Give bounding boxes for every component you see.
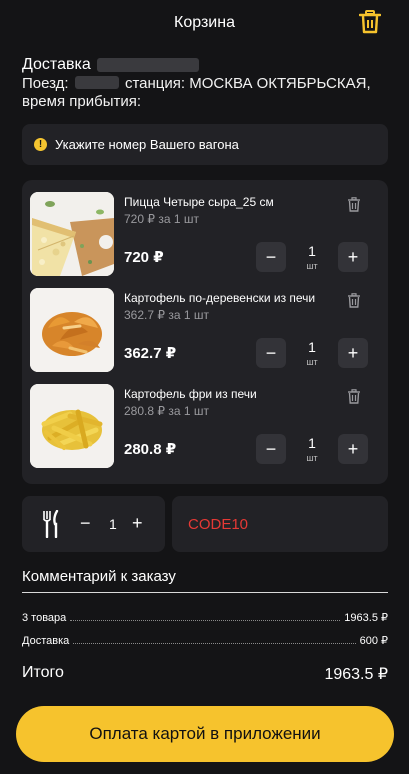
trash-icon[interactable] bbox=[347, 197, 361, 212]
quantity-unit: шт bbox=[306, 261, 318, 271]
cutlery-increase-button[interactable]: + bbox=[132, 513, 143, 534]
item-unit-price: 280.8 ₽ за 1 шт bbox=[124, 404, 209, 418]
summary-delivery-label: Доставка bbox=[22, 635, 70, 647]
header: Корзина bbox=[0, 0, 409, 46]
delivery-title: Доставка bbox=[22, 56, 392, 74]
promo-code-value: CODE10 bbox=[188, 515, 249, 533]
item-total-price: 362.7 ₽ bbox=[124, 345, 177, 362]
pizza-image bbox=[30, 192, 114, 276]
total-value: 1963.5 ₽ bbox=[324, 666, 388, 683]
quantity-value: 1 bbox=[308, 435, 316, 451]
trash-icon[interactable] bbox=[347, 389, 361, 404]
wagon-notice-text: Укажите номер Вашего вагона bbox=[55, 137, 239, 152]
cart-items-panel: Пицца Четыре сыра_25 см 720 ₽ за 1 шт 72… bbox=[22, 180, 388, 484]
cart-item: Картофель фри из печи 280.8 ₽ за 1 шт 28… bbox=[22, 372, 388, 468]
dotted-leader bbox=[73, 643, 356, 644]
summary-delivery-row: Доставка 600 ₽ bbox=[22, 631, 388, 647]
wagon-notice[interactable]: ! Укажите номер Вашего вагона bbox=[22, 124, 388, 165]
redacted-train bbox=[74, 76, 119, 89]
delivery-title-text: Доставка bbox=[22, 56, 91, 73]
cutlery-quantity: 1 bbox=[109, 516, 117, 532]
quantity-value: 1 bbox=[308, 243, 316, 259]
quantity-unit: шт bbox=[306, 453, 318, 463]
quantity-display: 1 шт bbox=[292, 339, 332, 367]
decrease-quantity-button[interactable]: − bbox=[256, 242, 286, 272]
cutlery-selector: − 1 + bbox=[22, 496, 165, 552]
summary-goods-value: 1963.5 ₽ bbox=[344, 612, 388, 624]
summary-delivery-value: 600 ₽ bbox=[359, 635, 388, 647]
page-title: Корзина bbox=[174, 14, 235, 31]
potato-wedges-image bbox=[30, 288, 114, 372]
warning-icon: ! bbox=[34, 138, 47, 151]
increase-quantity-button[interactable]: + bbox=[338, 338, 368, 368]
order-total-row: Итого 1963.5 ₽ bbox=[22, 664, 388, 684]
quantity-value: 1 bbox=[308, 339, 316, 355]
dotted-leader bbox=[70, 620, 341, 621]
summary-goods-label: 3 товара bbox=[22, 612, 67, 624]
cutlery-icon bbox=[42, 510, 59, 538]
delivery-train-info: Поезд: станция: МОСКВА ОКТЯБРЬСКАЯ, врем… bbox=[22, 75, 392, 111]
redacted-address bbox=[96, 58, 199, 72]
item-name: Картофель фри из печи bbox=[124, 387, 257, 401]
total-label: Итого bbox=[22, 664, 64, 681]
increase-quantity-button[interactable]: + bbox=[338, 242, 368, 272]
item-total-price: 720 ₽ bbox=[124, 249, 164, 266]
train-label: Поезд: bbox=[22, 75, 69, 92]
decrease-quantity-button[interactable]: − bbox=[256, 434, 286, 464]
item-name: Пицца Четыре сыра_25 см bbox=[124, 195, 274, 209]
trash-icon[interactable] bbox=[347, 293, 361, 308]
item-unit-price: 362.7 ₽ за 1 шт bbox=[124, 308, 209, 322]
promo-code-field[interactable]: CODE10 bbox=[172, 496, 388, 552]
arrival-time-label: время прибытия: bbox=[22, 93, 142, 110]
quantity-display: 1 шт bbox=[292, 435, 332, 463]
station-text: станция: МОСКВА ОКТЯБРЬСКАЯ, bbox=[124, 75, 371, 92]
pay-by-card-button[interactable]: Оплата картой в приложении bbox=[16, 706, 394, 762]
item-unit-price: 720 ₽ за 1 шт bbox=[124, 212, 199, 226]
quantity-display: 1 шт bbox=[292, 243, 332, 271]
cutlery-decrease-button[interactable]: − bbox=[80, 513, 91, 534]
delivery-info-block: Доставка Поезд: станция: МОСКВА ОКТЯБРЬС… bbox=[22, 56, 392, 111]
cart-item: Пицца Четыре сыра_25 см 720 ₽ за 1 шт 72… bbox=[22, 180, 388, 276]
cart-item: Картофель по-деревенски из печи 362.7 ₽ … bbox=[22, 276, 388, 372]
fries-image bbox=[30, 384, 114, 468]
item-total-price: 280.8 ₽ bbox=[124, 441, 177, 458]
increase-quantity-button[interactable]: + bbox=[338, 434, 368, 464]
item-name: Картофель по-деревенски из печи bbox=[124, 291, 316, 305]
comment-label: Комментарий к заказу bbox=[22, 568, 176, 585]
summary-goods-row: 3 товара 1963.5 ₽ bbox=[22, 608, 388, 624]
trash-icon[interactable] bbox=[359, 10, 381, 34]
quantity-unit: шт bbox=[306, 357, 318, 367]
order-comment-field[interactable]: Комментарий к заказу bbox=[22, 568, 388, 593]
decrease-quantity-button[interactable]: − bbox=[256, 338, 286, 368]
